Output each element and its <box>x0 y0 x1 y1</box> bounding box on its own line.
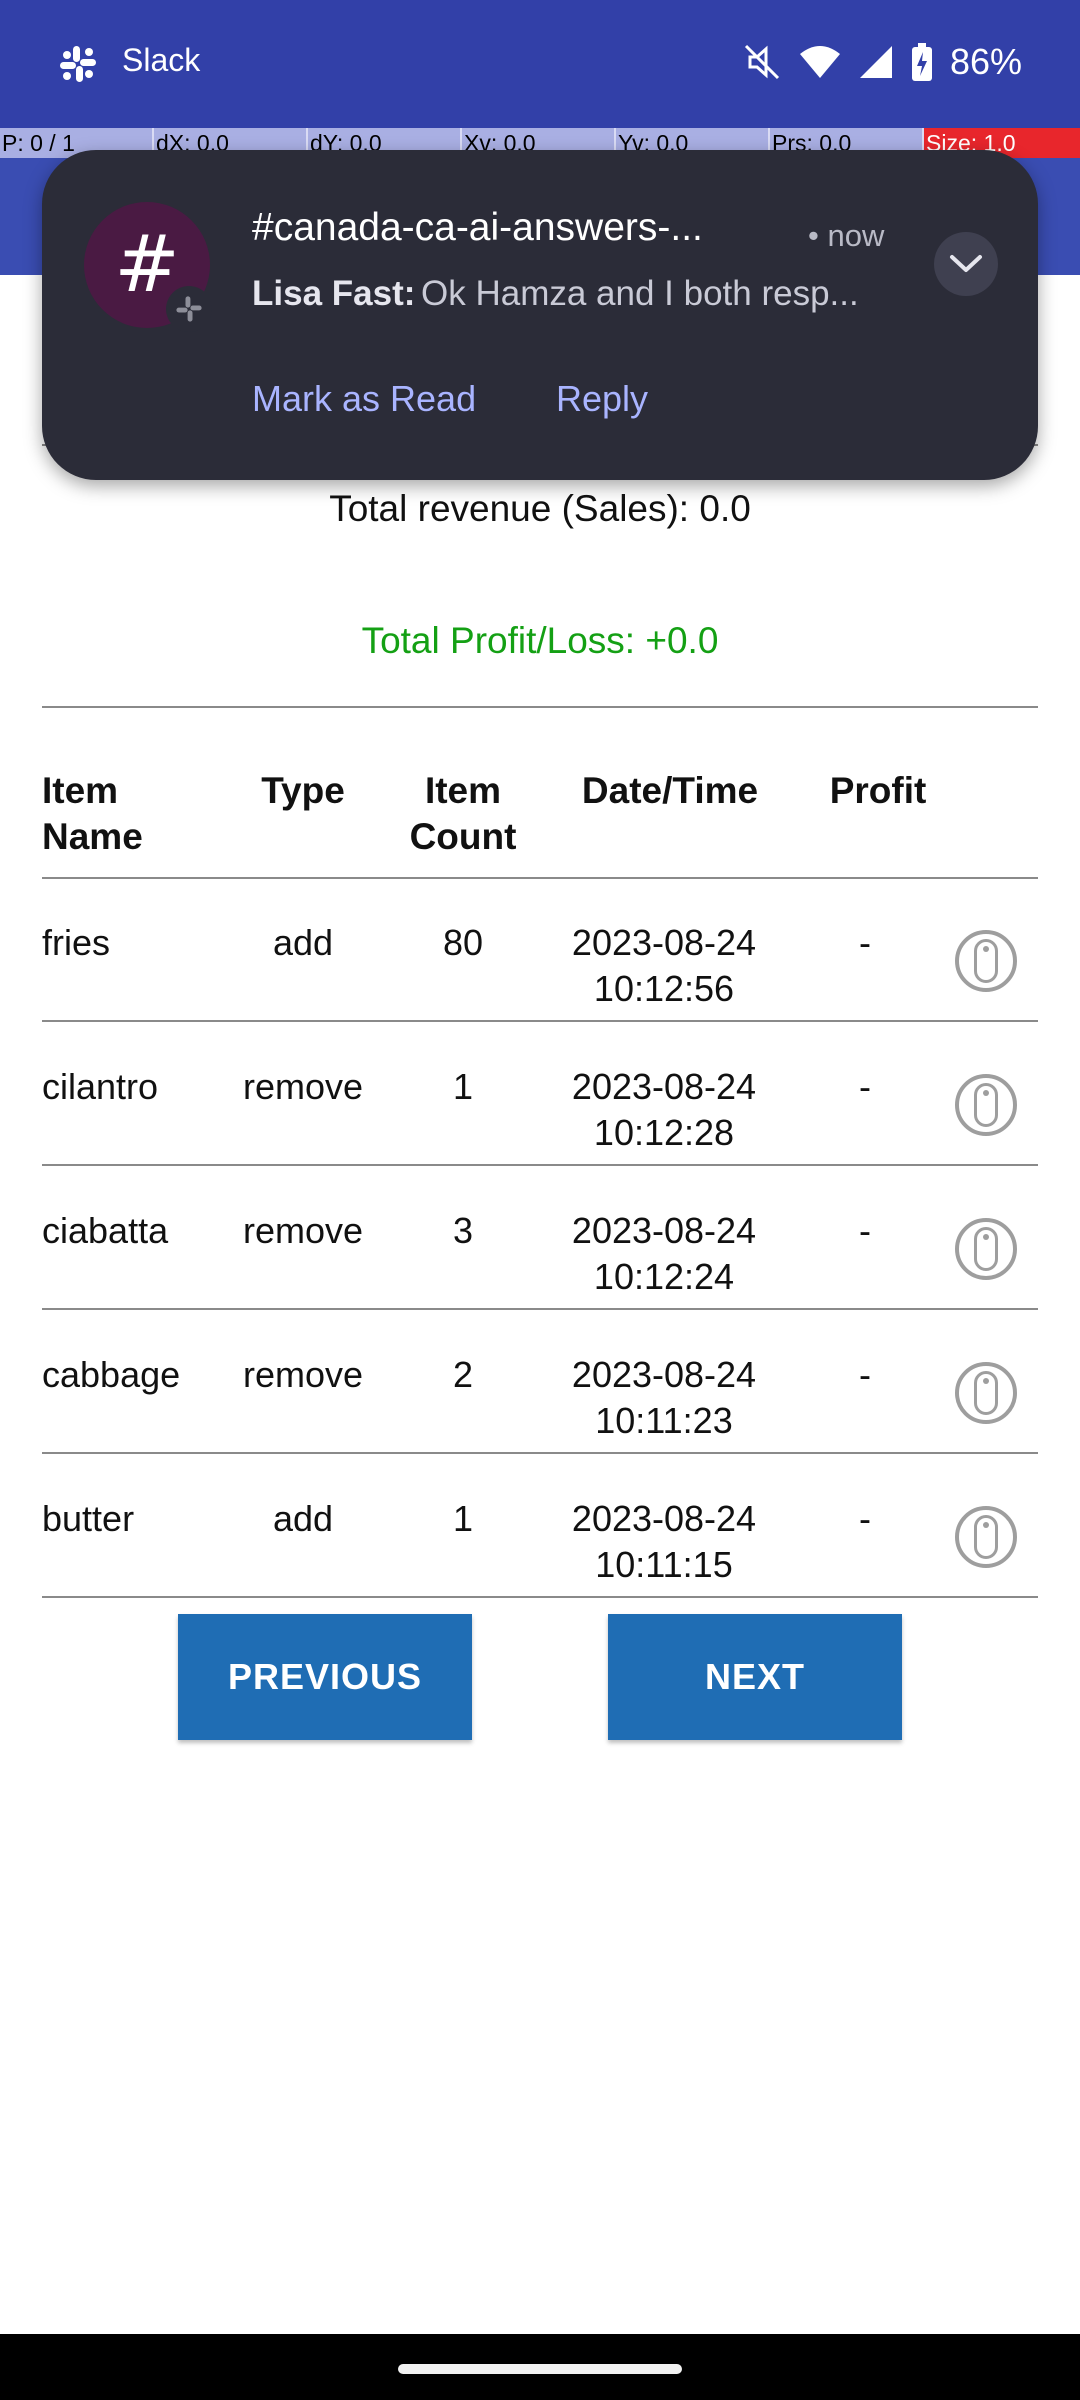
row-profit: - <box>859 922 871 963</box>
header-item-count: Item Count <box>409 770 517 857</box>
info-icon[interactable] <box>955 1074 1017 1136</box>
battery-charging-icon <box>911 43 932 81</box>
row-date-time: 2023-08-24 10:11:23 <box>548 1352 780 1444</box>
row-date-time: 2023-08-24 10:11:15 <box>548 1496 780 1588</box>
info-icon[interactable] <box>955 1506 1017 1568</box>
status-bar: Slack 86% <box>0 0 1080 128</box>
row-type: remove <box>242 1210 364 1251</box>
row-time: 10:12:28 <box>593 1112 735 1153</box>
table-header: Item Name Type Item Count Date/Time Prof… <box>0 768 1080 878</box>
total-revenue: Total revenue (Sales): 0.0 <box>329 488 751 529</box>
row-time: 10:12:56 <box>593 968 735 1009</box>
row-divider <box>42 1596 1038 1598</box>
table-row: cilantro remove 1 2023-08-24 10:12:28 - <box>0 1022 1080 1166</box>
row-date-time: 2023-08-24 10:12:28 <box>548 1064 780 1156</box>
table-row: ciabatta remove 3 2023-08-24 10:12:24 - <box>0 1166 1080 1310</box>
notification-channel: #canada-ca-ai-answers-... <box>252 206 703 249</box>
table-row: butter add 1 2023-08-24 10:11:15 - <box>0 1454 1080 1598</box>
home-gesture-handle[interactable] <box>398 2364 682 2374</box>
row-item-name: fries <box>42 922 111 963</box>
row-profit: - <box>859 1066 871 1107</box>
row-type: add <box>272 1498 334 1539</box>
notification-time: • now <box>808 218 885 253</box>
row-date-time: 2023-08-24 10:12:56 <box>548 920 780 1012</box>
previous-button[interactable]: PREVIOUS <box>178 1614 472 1740</box>
row-date: 2023-08-24 <box>571 922 757 963</box>
navigation-bar <box>0 2334 1080 2400</box>
notification-message: Ok Hamza and I both resp... <box>421 274 859 313</box>
row-time: 10:12:24 <box>593 1256 735 1297</box>
notification-sender: Lisa Fast: <box>252 274 416 313</box>
slack-badge-icon <box>166 286 212 332</box>
mark-as-read-button[interactable]: Mark as Read <box>252 378 476 420</box>
row-item-name: cilantro <box>42 1066 159 1107</box>
row-type: remove <box>242 1354 364 1395</box>
row-time: 10:11:23 <box>595 1400 733 1441</box>
row-type: add <box>272 922 334 963</box>
row-profit: - <box>859 1498 871 1539</box>
row-item-count: 1 <box>452 1066 474 1107</box>
table-row: fries add 80 2023-08-24 10:12:56 - <box>0 878 1080 1022</box>
row-item-name: cabbage <box>42 1354 181 1395</box>
next-button[interactable]: NEXT <box>608 1614 902 1740</box>
divider-summary <box>42 706 1038 708</box>
header-profit: Profit <box>829 770 927 811</box>
row-item-count: 1 <box>452 1498 474 1539</box>
chevron-down-icon[interactable] <box>934 232 998 296</box>
info-icon[interactable] <box>955 1362 1017 1424</box>
row-item-count: 80 <box>442 922 484 963</box>
header-date-time: Date/Time <box>581 770 759 811</box>
header-item-name: Item Name <box>42 770 143 857</box>
system-icons: 86% <box>742 40 1022 84</box>
row-item-count: 2 <box>452 1354 474 1395</box>
header-type: Type <box>261 770 345 811</box>
row-profit: - <box>859 1210 871 1251</box>
slack-icon <box>60 46 96 82</box>
row-profit: - <box>859 1354 871 1395</box>
signal-icon <box>859 46 892 78</box>
row-date: 2023-08-24 <box>571 1354 757 1395</box>
row-date: 2023-08-24 <box>571 1498 757 1539</box>
total-profit-loss: Total Profit/Loss: +0.0 <box>361 620 719 661</box>
table-row: cabbage remove 2 2023-08-24 10:11:23 - <box>0 1310 1080 1454</box>
info-icon[interactable] <box>955 930 1017 992</box>
row-date-time: 2023-08-24 10:12:24 <box>548 1208 780 1300</box>
screen: Slack 86% P: 0 / 1 dX: 0.0 dY: 0.0 Xv: 0… <box>0 0 1080 2400</box>
row-type: remove <box>242 1066 364 1107</box>
status-app-name: Slack <box>122 42 201 78</box>
row-date: 2023-08-24 <box>571 1210 757 1251</box>
battery-level: 86% <box>949 41 1022 82</box>
info-icon[interactable] <box>955 1218 1017 1280</box>
row-date: 2023-08-24 <box>571 1066 757 1107</box>
mute-icon <box>744 44 779 80</box>
wifi-icon <box>799 46 840 78</box>
reply-button[interactable]: Reply <box>556 378 648 420</box>
row-item-count: 3 <box>452 1210 474 1251</box>
row-item-name: butter <box>42 1498 135 1539</box>
row-time: 10:11:15 <box>595 1544 733 1585</box>
row-item-name: ciabatta <box>42 1210 169 1251</box>
slack-notification[interactable]: # #canada-ca-ai-answers-... • now Lisa F… <box>42 150 1038 480</box>
